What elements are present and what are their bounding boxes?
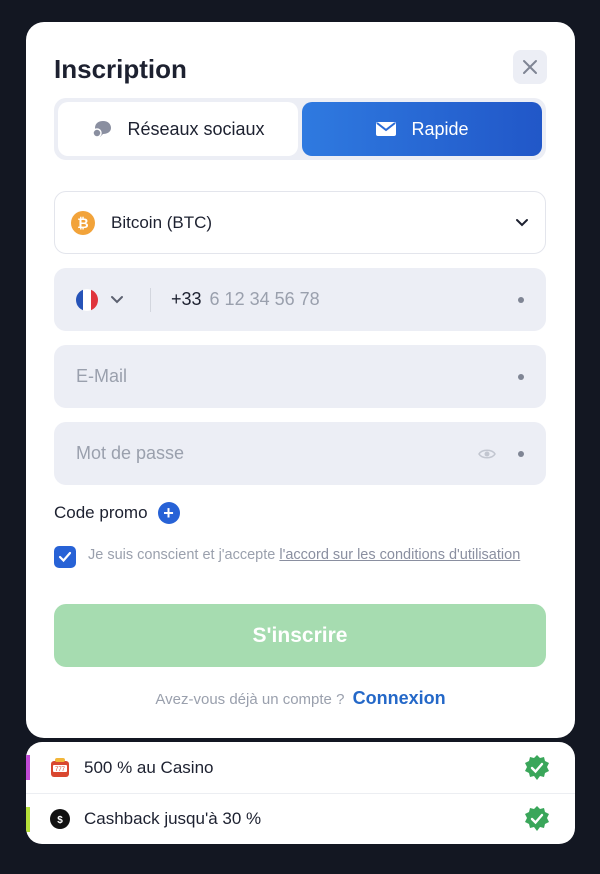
email-field[interactable] xyxy=(76,366,506,387)
login-prompt-line: Avez-vous déjà un compte ? Connexion xyxy=(26,688,575,709)
terms-agreement: Je suis conscient et j'accepte l'accord … xyxy=(54,546,546,568)
close-button[interactable] xyxy=(513,50,547,84)
currency-value: Bitcoin (BTC) xyxy=(111,212,213,232)
tab-label: Réseaux sociaux xyxy=(127,118,265,139)
phone-field: +33 xyxy=(54,268,546,331)
envelope-icon xyxy=(376,122,397,136)
list-item: $ Cashback jusqu'à 30 % xyxy=(26,793,575,844)
terms-link[interactable]: l'accord sur les conditions d'utilisatio… xyxy=(279,547,520,563)
modal-title: Inscription xyxy=(54,54,187,84)
bonus-label: 500 % au Casino xyxy=(84,757,214,777)
promo-code-toggle[interactable]: Code promo + xyxy=(54,502,180,524)
svg-text:777: 777 xyxy=(55,767,66,773)
promo-label: Code promo xyxy=(54,503,148,522)
currency-select[interactable]: ₿ Bitcoin (BTC) xyxy=(54,191,546,254)
required-dot xyxy=(518,296,524,303)
slot-machine-icon: 777 xyxy=(48,756,72,780)
required-dot xyxy=(518,373,524,380)
registration-modal: Inscription Réseaux sociaux Rapide ₿ Bit… xyxy=(26,22,575,738)
login-link[interactable]: Connexion xyxy=(353,688,446,708)
accent-bar xyxy=(26,807,30,832)
login-prompt: Avez-vous déjà un compte ? xyxy=(155,691,345,708)
tab-social-networks[interactable]: Réseaux sociaux xyxy=(58,102,298,156)
register-button[interactable]: S'inscrire xyxy=(54,604,546,667)
france-flag-icon[interactable] xyxy=(76,288,98,311)
verified-badge-icon xyxy=(525,754,549,780)
required-dot xyxy=(518,450,524,457)
terms-prefix: Je suis conscient et j'accepte xyxy=(88,547,280,563)
tab-quick[interactable]: Rapide xyxy=(302,102,542,156)
bonus-list: 777 500 % au Casino $ Cashback jusqu'à 3… xyxy=(26,742,575,844)
eye-icon[interactable] xyxy=(478,448,496,460)
email-field-wrapper xyxy=(54,345,546,408)
terms-checkbox[interactable] xyxy=(54,546,76,568)
password-field[interactable] xyxy=(76,443,478,464)
bonus-label: Cashback jusqu'à 30 % xyxy=(84,809,262,828)
accent-bar xyxy=(26,755,30,780)
divider xyxy=(150,287,151,312)
chat-bubble-icon xyxy=(92,121,112,138)
bitcoin-icon: ₿ xyxy=(71,210,95,235)
registration-tabs: Réseaux sociaux Rapide xyxy=(54,98,546,160)
phone-input[interactable] xyxy=(209,289,506,310)
phone-prefix: +33 xyxy=(171,289,202,309)
list-item: 777 500 % au Casino xyxy=(26,742,575,793)
chevron-down-icon xyxy=(516,218,528,226)
tab-label: Rapide xyxy=(411,118,469,139)
close-icon xyxy=(523,60,537,74)
cashback-coin-icon: $ xyxy=(48,807,72,831)
password-field-wrapper xyxy=(54,422,546,485)
verified-badge-icon xyxy=(525,806,549,831)
checkmark-icon xyxy=(58,551,72,563)
terms-text: Je suis conscient et j'accepte l'accord … xyxy=(88,546,520,568)
chevron-down-icon[interactable] xyxy=(110,295,124,305)
plus-icon[interactable]: + xyxy=(157,502,180,524)
svg-text:$: $ xyxy=(57,815,63,826)
